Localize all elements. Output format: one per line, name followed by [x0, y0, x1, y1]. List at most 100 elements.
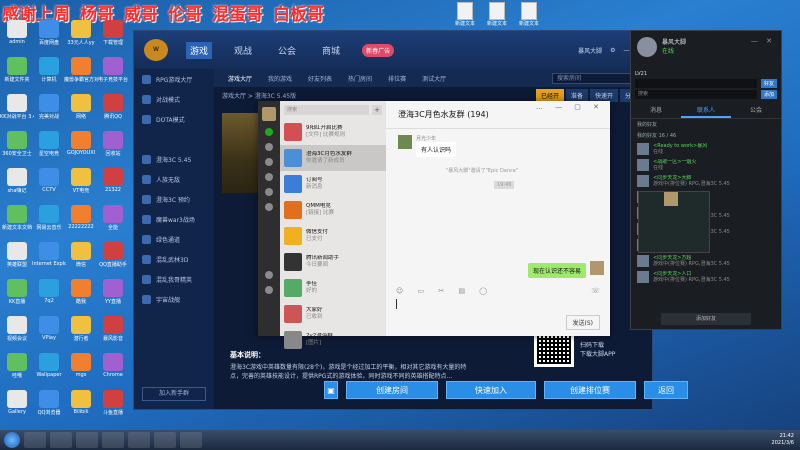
sidebar-item[interactable]: 人族无敌 [134, 169, 214, 189]
sidebar-item[interactable]: 宇宙战舰 [134, 289, 214, 309]
desktop-icon[interactable]: 新建文本文档 [0, 205, 34, 241]
desktop-icon[interactable]: 新建文本 [484, 2, 510, 27]
desktop-icon[interactable]: Wallpaper [32, 353, 66, 389]
desktop-icon[interactable]: 新建文本 [516, 2, 542, 27]
desktop-icon[interactable]: 潜行者 [64, 316, 98, 352]
desktop-icon[interactable]: 百度网盘 [32, 20, 66, 56]
group-header[interactable]: 我的好友 [631, 119, 781, 130]
conversation-item[interactable]: 9阳红开启比赛 [文件] 比赛规则 [280, 119, 386, 145]
desktop-icon[interactable]: 哇哦 [0, 353, 34, 389]
subtab-mygames[interactable]: 我的游戏 [268, 74, 292, 83]
conversation-item[interactable]: 腾讯新闻助手 今日要闻 [280, 249, 386, 275]
chat-toolbar[interactable]: ☺ ▭ ✂ ▤ ◯ [396, 287, 600, 297]
taskbar-app[interactable] [128, 432, 150, 448]
desktop-icon[interactable]: 视频会议 [0, 316, 34, 352]
desktop-icon[interactable]: 33元人人yy [64, 20, 98, 56]
conversation-item[interactable]: 李佳 好的 [280, 275, 386, 301]
tab-watch[interactable]: 观战 [230, 42, 256, 59]
tab-game[interactable]: 游戏 [186, 41, 213, 59]
desktop-icon[interactable]: admin [0, 20, 34, 56]
tab-contacts[interactable]: 联系人 [681, 103, 731, 118]
quick-join-button[interactable]: 快速加入 [446, 381, 536, 399]
sidebar-item[interactable]: 澄海3C 5.45 [134, 149, 214, 169]
desktop-icon[interactable]: QQ直播助手 [96, 242, 130, 278]
tab-shop[interactable]: 商城 [318, 42, 344, 59]
add-friend-footer-button[interactable]: 添加好友 [661, 313, 751, 325]
group-header[interactable]: 我的好友 16 / 46 [631, 130, 781, 141]
desktop-icon[interactable]: CCTV [32, 168, 66, 204]
avatar[interactable] [262, 107, 276, 121]
create-room-button[interactable]: 创建房间 [346, 381, 438, 399]
desktop-icon[interactable]: 21322 [96, 168, 130, 204]
user-name[interactable]: 暴风大脚 [578, 46, 602, 55]
tab-guild[interactable]: 公会 [274, 42, 300, 59]
message-bubble[interactable]: 有人认识吗 [416, 142, 457, 157]
desktop-icon[interactable]: Bilibili [64, 390, 98, 426]
window-controls[interactable]: — ✕ [751, 37, 775, 45]
desktop-icon[interactable]: 360安全卫士 [0, 131, 34, 167]
taskbar-app[interactable] [50, 432, 72, 448]
conversation-item[interactable]: 2v2澄海群 [图片] [280, 327, 386, 353]
send-button[interactable]: 发送(S) [565, 315, 600, 330]
desktop-icon[interactable]: GOJOYOUXI [64, 131, 98, 167]
desktop-icon[interactable]: 暴风影音 [96, 316, 130, 352]
sender-avatar[interactable] [398, 135, 412, 149]
desktop-icon[interactable]: 计算机 [32, 57, 66, 93]
desktop-icon[interactable]: 网易云音乐 [32, 205, 66, 241]
conversation-item[interactable]: 订阅号 新消息 [280, 171, 386, 197]
subtab-ranked[interactable]: 排位赛 [388, 74, 406, 83]
room-icon[interactable]: ▣ [324, 381, 338, 399]
desktop-icon[interactable]: 新建文件夹 [0, 57, 34, 93]
desktop-icon[interactable]: mgs [64, 353, 98, 389]
desktop-icon[interactable]: QQ浏览器 [32, 390, 66, 426]
phone-icon[interactable] [265, 271, 273, 279]
sidebar-item[interactable]: 混乱武林3D [134, 249, 214, 269]
add-friend-button[interactable]: 添加 [760, 90, 777, 99]
system-tray[interactable]: 21:42 2021/3/6 [772, 433, 800, 447]
friend-search-input[interactable]: 搜索 [635, 90, 757, 99]
sidebar-item[interactable]: 澄海3C 预约 [134, 189, 214, 209]
sidebar-item[interactable]: RPG游戏大厅 [134, 69, 214, 89]
files-icon[interactable] [265, 173, 273, 181]
call-icon[interactable]: ☏ [591, 287, 600, 295]
start-button[interactable] [4, 432, 20, 448]
moments-icon[interactable] [265, 188, 273, 196]
friend-item[interactable]: <同步天龙>方超 游戏中(排位赛) RPG,澄海3C 5.45 [631, 253, 781, 269]
friend-item[interactable]: <同步天龙>大脚 游戏中(排位赛) RPG,澄海3C 5.45 [631, 173, 781, 189]
friends-button[interactable]: 好友 [760, 79, 777, 88]
tab-guild[interactable]: 公会 [731, 103, 781, 118]
subtab-hot[interactable]: 热门房间 [348, 74, 372, 83]
desktop-icon[interactable]: KK对战平台 3.4 [0, 94, 34, 130]
taskbar-app[interactable] [180, 432, 202, 448]
desktop-icon[interactable]: YY直播 [96, 279, 130, 315]
sidebar-item[interactable]: 对战模式 [134, 89, 214, 109]
join-group-button[interactable]: 加入新手群 [142, 387, 206, 401]
desktop-icon[interactable]: 新建文本 [452, 2, 478, 27]
taskbar-app[interactable] [76, 432, 98, 448]
miniapp-icon[interactable] [265, 203, 273, 211]
desktop-icon[interactable]: Gallery [0, 390, 34, 426]
back-button[interactable]: 返回 [644, 381, 688, 399]
window-controls[interactable]: … — ▢ ✕ [536, 103, 604, 111]
desktop-icon[interactable]: 微信 [64, 242, 98, 278]
desktop-icon[interactable]: 7q2 [32, 279, 66, 315]
own-avatar[interactable] [590, 261, 604, 275]
sidebar-item[interactable]: 绿色通道 [134, 229, 214, 249]
room-search-input[interactable]: 搜索房间 [552, 72, 642, 84]
plus-icon[interactable]: + [372, 105, 382, 115]
friend-item[interactable]: <战歌一区>一烟火 在线 [631, 157, 781, 173]
promo-badge[interactable]: 新春广告 [362, 43, 395, 57]
subtab-test[interactable]: 测试大厅 [422, 74, 446, 83]
friend-item[interactable]: <Ready to work>暴风 在线 [631, 141, 781, 157]
taskbar-app[interactable] [24, 432, 46, 448]
sidebar-item[interactable]: 魔兽war3战场 [134, 209, 214, 229]
desktop-icon[interactable]: sha嗨记 [0, 168, 34, 204]
conversation-search-input[interactable]: 搜索 [284, 105, 369, 115]
conversation-item[interactable]: QMM电竞 [链接] 比赛 [280, 197, 386, 223]
sidebar-item[interactable]: DOTA模式 [134, 109, 214, 129]
conversation-item[interactable]: 大家好 已收到 [280, 301, 386, 327]
desktop-icon[interactable]: 完美对战 [32, 94, 66, 130]
desktop-icon[interactable]: VPlay [32, 316, 66, 352]
desktop-icon[interactable]: 回收站 [96, 131, 130, 167]
friend-item[interactable]: <同步天龙>人口 游戏中(排位赛) RPG,澄海3C 5.45 [631, 269, 781, 285]
